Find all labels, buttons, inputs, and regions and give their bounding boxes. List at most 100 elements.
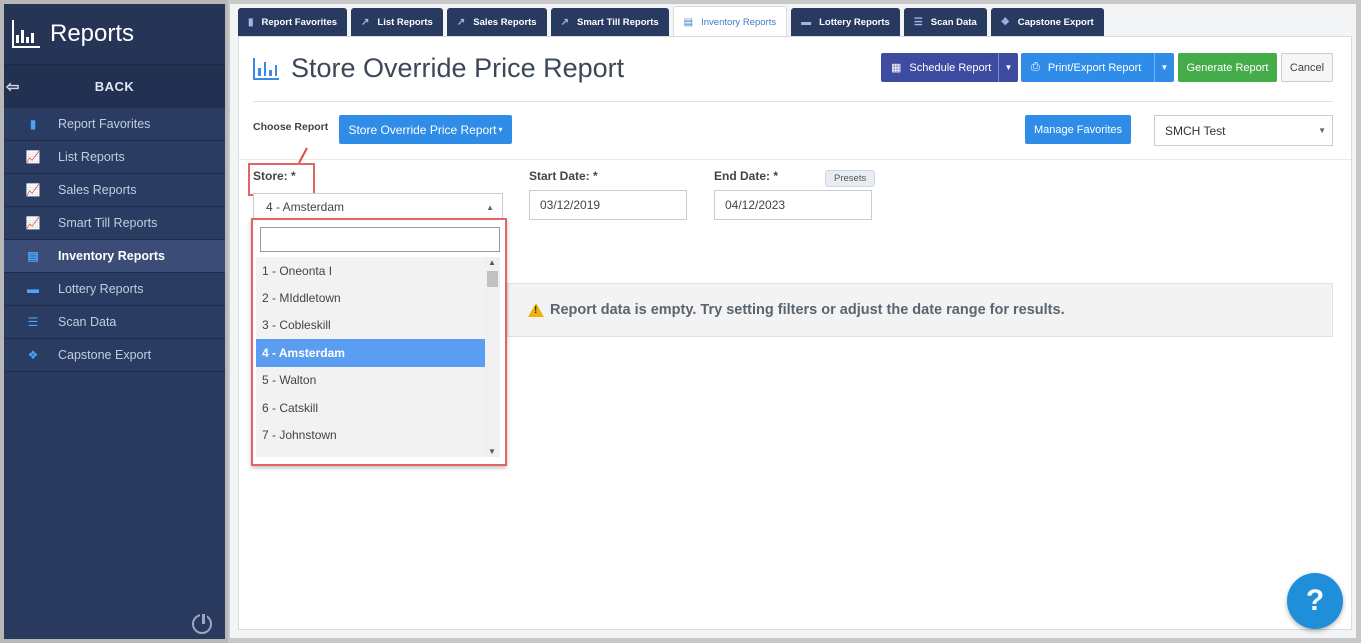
sidebar-item-label: Scan Data — [58, 315, 117, 329]
choose-report-value: Store Override Price Report — [348, 122, 497, 137]
start-date-input[interactable]: 03/12/2019 — [529, 190, 687, 220]
bookmark-icon: ▮ — [248, 16, 254, 28]
tab-smart-till-reports[interactable]: ↗ Smart Till Reports — [550, 8, 669, 36]
sidebar-title: Reports — [50, 20, 135, 47]
chevron-down-icon[interactable]: ▼ — [1154, 53, 1174, 82]
sidebar-item-inventory-reports[interactable]: ▤ Inventory Reports — [4, 240, 225, 273]
annotation-arrow — [298, 147, 308, 164]
warning-icon — [528, 303, 544, 317]
inventory-icon: ▤ — [683, 17, 694, 28]
tab-capstone-export[interactable]: ❖ Capstone Export — [990, 8, 1104, 36]
store-select[interactable]: 4 - Amsterdam ▲ — [253, 193, 503, 221]
store-option[interactable]: 3 - Cobleskill — [256, 312, 488, 339]
sidebar-item-label: Lottery Reports — [58, 282, 144, 296]
store-search-input[interactable] — [260, 227, 500, 252]
tab-sales-reports[interactable]: ↗ Sales Reports — [446, 8, 547, 36]
print-export-button[interactable]: ⎙ Print/Export Report ▼ — [1021, 53, 1174, 82]
back-arrow-icon: ⇦ — [6, 79, 20, 96]
company-select[interactable]: SMCH Test ▼ — [1154, 115, 1333, 146]
sidebar-item-label: Capstone Export — [58, 348, 152, 362]
tab-label: Sales Reports — [473, 16, 537, 28]
sidebar-item-capstone-export[interactable]: ❖ Capstone Export — [4, 339, 225, 372]
line-chart-icon: 📈 — [25, 183, 41, 197]
power-icon[interactable] — [192, 612, 212, 634]
line-chart-icon: ↗ — [456, 16, 466, 28]
sidebar-item-sales-reports[interactable]: 📈 Sales Reports — [4, 174, 225, 207]
list-icon: ☰ — [27, 315, 39, 329]
scroll-up-icon[interactable]: ▲ — [488, 258, 496, 267]
store-option[interactable]: 7 - Johnstown — [256, 421, 488, 448]
start-date-label: Start Date: * — [529, 169, 598, 183]
manage-favorites-button[interactable]: Manage Favorites — [1025, 115, 1131, 144]
tab-report-favorites[interactable]: ▮ Report Favorites — [238, 8, 348, 36]
tab-label: Capstone Export — [1017, 16, 1094, 28]
end-date-input[interactable]: 04/12/2023 — [714, 190, 872, 220]
inventory-icon: ▤ — [27, 249, 39, 263]
cancel-button[interactable]: Cancel — [1281, 53, 1333, 82]
page-title: Store Override Price Report — [253, 53, 624, 84]
store-dropdown: 1 - Oneonta I 2 - MIddletown 3 - Coblesk… — [251, 218, 507, 466]
line-chart-icon: ↗ — [560, 16, 569, 28]
generate-report-button[interactable]: Generate Report — [1178, 53, 1277, 82]
divider — [253, 101, 1333, 102]
tab-inventory-reports[interactable]: ▤ Inventory Reports — [672, 6, 788, 38]
sidebar-item-smart-till-reports[interactable]: 📈 Smart Till Reports — [4, 207, 225, 240]
printer-icon: ⎙ — [1031, 61, 1040, 73]
divider — [239, 159, 1351, 160]
store-select-value: 4 - Amsterdam — [266, 200, 345, 214]
list-icon: ☰ — [913, 16, 923, 28]
dropdown-scrollbar[interactable]: ▲ ▼ — [485, 257, 500, 457]
line-chart-icon: ↗ — [361, 16, 370, 28]
store-option[interactable]: 5 - Walton — [256, 367, 488, 394]
main-area: ▮ Report Favorites ↗ List Reports ↗ Sales R… — [230, 4, 1356, 638]
tab-scan-data[interactable]: ☰ Scan Data — [903, 8, 987, 36]
sidebar-item-report-favorites[interactable]: ▮ Report Favorites — [4, 108, 225, 141]
store-options-list: 1 - Oneonta I 2 - MIddletown 3 - Coblesk… — [256, 257, 488, 457]
bar-chart-icon — [253, 57, 279, 80]
choose-report-dropdown[interactable]: Store Override Price Report ▾ — [339, 115, 512, 144]
tab-label: Lottery Reports — [819, 16, 890, 28]
cubes-icon: ❖ — [1000, 16, 1010, 28]
scroll-down-icon[interactable]: ▼ — [488, 447, 496, 456]
tab-label: Scan Data — [930, 16, 977, 28]
chevron-down-icon: ▼ — [1318, 126, 1326, 135]
schedule-report-button[interactable]: ▦ Schedule Report ▼ — [881, 53, 1018, 82]
end-date-label: End Date: * — [714, 169, 779, 183]
sidebar-item-label: Report Favorites — [58, 117, 151, 131]
tab-list-reports[interactable]: ↗ List Reports — [351, 8, 443, 36]
report-panel: Store Override Price Report ▦ Schedule R… — [238, 36, 1352, 630]
tab-lottery-reports[interactable]: ▬ Lottery Reports — [791, 8, 900, 36]
store-option[interactable]: 2 - MIddletown — [256, 284, 488, 311]
store-option-selected[interactable]: 4 - Amsterdam — [256, 339, 488, 367]
caret-down-icon: ▾ — [498, 125, 503, 134]
back-button[interactable]: ⇦ BACK — [4, 64, 225, 108]
ticket-icon: ▬ — [27, 282, 39, 296]
tab-label: Smart Till Reports — [577, 16, 659, 28]
line-chart-icon: 📈 — [25, 216, 41, 230]
empty-report-alert: Report data is empty. Try setting filter… — [507, 283, 1333, 337]
line-chart-icon: 📈 — [25, 150, 41, 164]
help-button[interactable]: ? — [1287, 573, 1343, 629]
tab-label: Report Favorites — [261, 16, 338, 28]
sidebar-item-label: List Reports — [58, 150, 125, 164]
cubes-icon: ❖ — [27, 348, 39, 362]
bookmark-icon: ▮ — [29, 117, 37, 131]
store-option[interactable]: 1 - Oneonta I — [256, 257, 488, 284]
chevron-down-icon[interactable]: ▼ — [998, 53, 1018, 82]
schedule-report-label: Schedule Report — [909, 61, 992, 74]
store-option[interactable]: 6 - Catskill — [256, 394, 488, 421]
calendar-icon: ▦ — [891, 62, 902, 74]
sidebar-item-list-reports[interactable]: 📈 List Reports — [4, 141, 225, 174]
sidebar-item-scan-data[interactable]: ☰ Scan Data — [4, 306, 225, 339]
sidebar-item-label: Inventory Reports — [58, 249, 165, 263]
tab-label: List Reports — [377, 16, 433, 28]
reports-chart-icon — [12, 20, 40, 48]
tab-bar: ▮ Report Favorites ↗ List Reports ↗ Sales R… — [238, 6, 1104, 38]
scrollbar-thumb[interactable] — [487, 271, 498, 287]
ticket-icon: ▬ — [801, 16, 812, 28]
sidebar-item-label: Smart Till Reports — [58, 216, 158, 230]
chevron-up-icon: ▲ — [486, 202, 494, 212]
presets-button[interactable]: Presets — [825, 170, 876, 187]
back-label: BACK — [94, 79, 135, 94]
sidebar-item-lottery-reports[interactable]: ▬ Lottery Reports — [4, 273, 225, 306]
